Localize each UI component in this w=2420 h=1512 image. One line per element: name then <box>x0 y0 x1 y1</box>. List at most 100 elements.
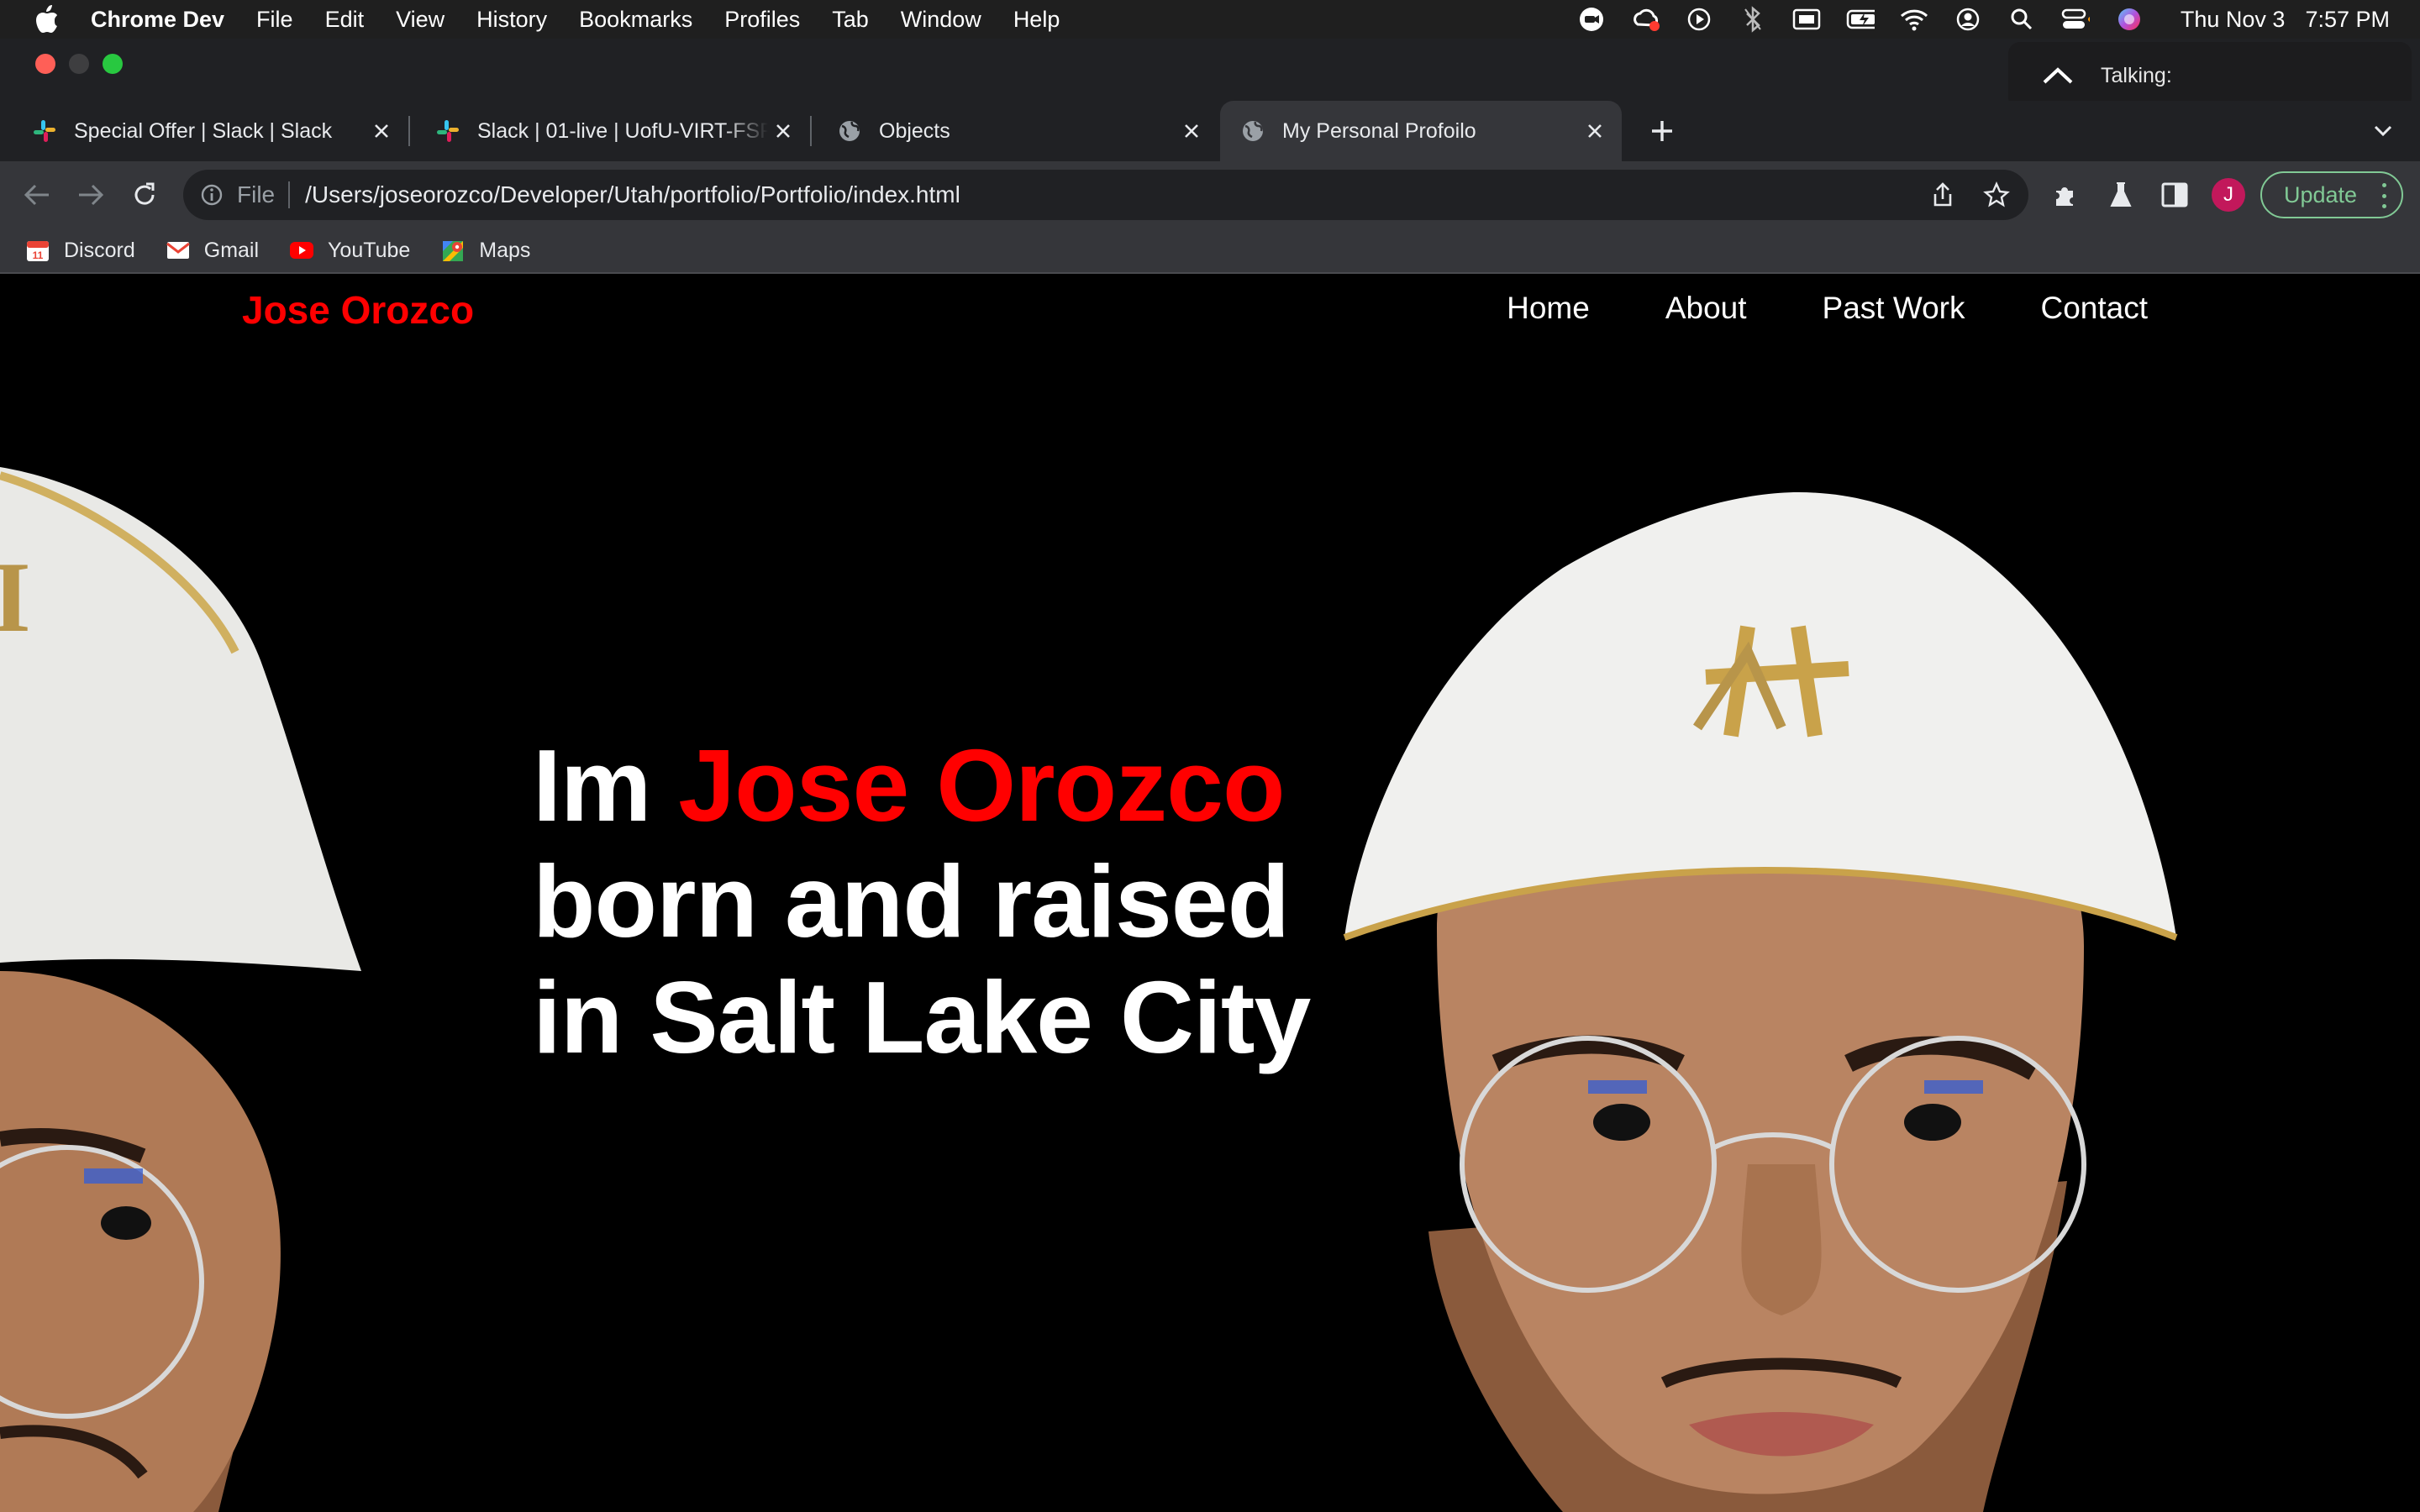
youtube-icon <box>289 238 314 263</box>
plus-icon <box>1652 121 1672 141</box>
nav-past-work-link[interactable]: Past Work <box>1823 291 1965 326</box>
more-vertical-icon <box>2380 183 2388 208</box>
talking-notification[interactable]: Talking: <box>2008 42 2412 109</box>
user-icon[interactable] <box>1954 5 1982 34</box>
close-icon[interactable] <box>768 116 798 146</box>
side-panel-icon[interactable] <box>2158 178 2191 212</box>
info-icon[interactable] <box>198 181 225 208</box>
update-button[interactable]: Update <box>2260 171 2403 218</box>
zoom-icon[interactable] <box>1577 5 1606 34</box>
macos-menubar: Chrome Dev File Edit View History Bookma… <box>0 0 2420 39</box>
svg-text:11: 11 <box>33 249 44 261</box>
bookmark-youtube[interactable]: YouTube <box>289 238 410 263</box>
nav-contact-link[interactable]: Contact <box>2040 291 2148 326</box>
globe-icon <box>837 118 862 144</box>
menu-app-name[interactable]: Chrome Dev <box>91 7 224 33</box>
bookmark-label: Discord <box>64 238 135 262</box>
close-icon[interactable] <box>1176 116 1207 146</box>
bluetooth-icon[interactable] <box>1739 5 1767 34</box>
control-center-icon[interactable] <box>2061 5 2090 34</box>
window-close-button[interactable] <box>35 54 55 74</box>
calendar-icon: 11 <box>25 238 50 263</box>
site-nav: Home About Past Work Contact <box>1507 291 2148 326</box>
tab-title: Slack | 01-live | UofU-VIRT-FSF <box>477 118 768 143</box>
window-minimize-button[interactable] <box>69 54 89 74</box>
tab-slack-01-live[interactable]: Slack | 01-live | UofU-VIRT-FSF <box>408 101 812 161</box>
hero-prefix: Im <box>533 728 679 843</box>
close-icon[interactable] <box>366 116 397 146</box>
labs-flask-icon[interactable] <box>2104 178 2138 212</box>
reload-icon <box>134 182 155 205</box>
hero-heading: Im Jose Orozco born and raised in Salt L… <box>533 727 1311 1075</box>
clock-date: Thu Nov 3 <box>2180 6 2286 32</box>
svg-text:I: I <box>0 541 31 653</box>
site-brand[interactable]: Jose Orozco <box>242 287 474 333</box>
talking-label: Talking: <box>2101 63 2172 87</box>
menu-help[interactable]: Help <box>1013 7 1060 33</box>
bookmark-gmail[interactable]: Gmail <box>166 238 259 263</box>
menu-bookmarks[interactable]: Bookmarks <box>579 7 692 33</box>
extensions-icon[interactable] <box>2049 178 2082 212</box>
url-text[interactable]: /Users/joseorozco/Developer/Utah/portfol… <box>305 181 1926 208</box>
hero-name: Jose Orozco <box>678 728 1285 843</box>
web-page: Jose Orozco Home About Past Work Contact… <box>0 274 2420 1512</box>
menu-edit[interactable]: Edit <box>325 7 365 33</box>
url-scheme: File <box>237 181 276 207</box>
clock-time: 7:57 PM <box>2305 6 2390 32</box>
nav-about-link[interactable]: About <box>1665 291 1747 326</box>
display-icon[interactable] <box>1792 5 1821 34</box>
menu-profiles[interactable]: Profiles <box>724 7 800 33</box>
tab-search-button[interactable] <box>2365 113 2402 150</box>
tab-special-offer-slack[interactable]: Special Offer | Slack | Slack <box>0 101 410 161</box>
window-zoom-button[interactable] <box>103 54 123 74</box>
menu-view[interactable]: View <box>396 7 445 33</box>
menu-history[interactable]: History <box>476 7 547 33</box>
bookmark-star-icon[interactable] <box>1980 178 2013 212</box>
back-button[interactable] <box>15 173 59 217</box>
tab-title: Objects <box>879 118 950 143</box>
close-icon[interactable] <box>1580 116 1610 146</box>
creative-cloud-icon[interactable] <box>1631 5 1660 34</box>
hero-line-2: born and raised <box>533 844 1290 958</box>
bookmarks-bar: 11 Discord Gmail YouTube Maps <box>0 228 2420 274</box>
chevron-up-icon[interactable] <box>2037 55 2079 97</box>
arrow-left-icon <box>24 184 49 206</box>
url-divider <box>288 181 291 208</box>
bookmark-discord[interactable]: 11 Discord <box>25 238 135 263</box>
menu-file[interactable]: File <box>256 7 293 33</box>
wifi-icon[interactable] <box>1900 5 1928 34</box>
reload-button[interactable] <box>123 173 166 217</box>
tab-title: My Personal Profoilo <box>1282 118 1476 143</box>
chevron-down-icon <box>2374 125 2392 137</box>
bookmark-maps[interactable]: Maps <box>440 238 530 263</box>
clock[interactable]: Thu Nov 3 7:57 PM <box>2181 7 2390 33</box>
nav-home-link[interactable]: Home <box>1507 291 1590 326</box>
portrait-image-right <box>1343 492 2178 1512</box>
hero-line-1: Im Jose Orozco <box>533 727 1310 843</box>
spotlight-icon[interactable] <box>2007 5 2036 34</box>
portrait-image-left: I <box>0 467 361 1512</box>
profile-avatar[interactable]: J <box>2212 178 2245 212</box>
siri-icon[interactable] <box>2115 5 2144 34</box>
play-icon[interactable] <box>1685 5 1713 34</box>
globe-icon <box>1240 118 1265 144</box>
bookmark-label: Gmail <box>203 238 260 262</box>
new-tab-button[interactable] <box>1642 111 1682 151</box>
apple-icon[interactable] <box>32 4 62 34</box>
forward-button[interactable] <box>69 173 113 217</box>
update-label: Update <box>2284 181 2358 207</box>
bookmark-label: Maps <box>479 238 531 262</box>
arrow-right-icon <box>79 184 104 206</box>
status-area: Thu Nov 3 7:57 PM <box>1577 0 2390 39</box>
slack-icon <box>32 118 57 144</box>
maps-icon <box>440 238 466 263</box>
address-bar[interactable]: File /Users/joseorozco/Developer/Utah/po… <box>183 170 2028 220</box>
battery-icon[interactable] <box>1846 5 1875 34</box>
hero-line-3: in Salt Lake City <box>533 960 1311 1074</box>
menu-window[interactable]: Window <box>901 7 981 33</box>
tab-my-personal-profoilo[interactable]: My Personal Profoilo <box>1220 101 1622 161</box>
tab-title: Special Offer | Slack | Slack <box>74 118 333 143</box>
menu-tab[interactable]: Tab <box>832 7 869 33</box>
tab-objects[interactable]: Objects <box>810 101 1218 161</box>
share-icon[interactable] <box>1926 178 1960 212</box>
